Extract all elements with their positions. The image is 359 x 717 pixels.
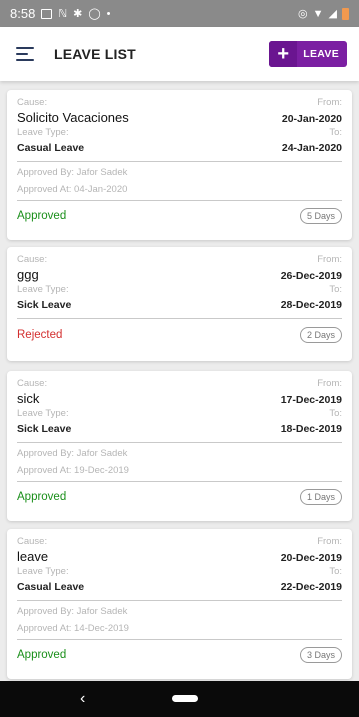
divider bbox=[17, 161, 342, 162]
to-caption: To: bbox=[329, 284, 342, 295]
leave-type-caption: Leave Type: bbox=[17, 284, 69, 295]
leave-from-date: 26-Dec-2019 bbox=[280, 270, 342, 282]
leave-type: Casual Leave bbox=[17, 142, 85, 154]
leave-type: Sick Leave bbox=[17, 299, 72, 311]
wifi-icon: ▼ bbox=[312, 7, 324, 20]
signal-icon: ◢ bbox=[328, 8, 337, 20]
leave-cause: sick bbox=[17, 391, 40, 406]
to-caption: To: bbox=[329, 408, 342, 419]
status-badge: Rejected bbox=[17, 329, 63, 341]
leave-card[interactable]: Cause: From: sick 17-Dec-2019 Leave Type… bbox=[7, 371, 352, 521]
leave-from-date: 17-Dec-2019 bbox=[280, 394, 342, 406]
days-badge: 1 Days bbox=[299, 489, 342, 505]
divider bbox=[17, 318, 342, 319]
cause-caption: Cause: bbox=[17, 254, 48, 265]
days-badge: 3 Days bbox=[299, 647, 342, 663]
leave-cause: Solicito Vacaciones bbox=[17, 110, 129, 125]
system-nav-bar: ‹ bbox=[0, 681, 359, 717]
status-bar: 8:58 ℕ ✱ ◯ • ◎ ▼ ◢ bbox=[0, 0, 359, 27]
vibrate-icon: ◎ bbox=[298, 8, 308, 20]
approved-by: Approved By: Jafor Sadek bbox=[17, 606, 128, 617]
leave-type-caption: Leave Type: bbox=[17, 127, 69, 138]
days-badge: 5 Days bbox=[299, 208, 342, 224]
days-badge: 2 Days bbox=[299, 327, 342, 343]
to-caption: To: bbox=[329, 127, 342, 138]
battery-icon bbox=[342, 7, 349, 20]
from-caption: From: bbox=[317, 97, 342, 108]
leave-card[interactable]: Cause: From: leave 20-Dec-2019 Leave Typ… bbox=[7, 529, 352, 679]
n-icon: ℕ bbox=[58, 8, 68, 20]
notification-icon bbox=[41, 8, 53, 19]
from-caption: From: bbox=[317, 378, 342, 389]
leave-cause: ggg bbox=[17, 267, 39, 282]
leave-type-caption: Leave Type: bbox=[17, 566, 69, 577]
add-leave-button[interactable]: + LEAVE bbox=[269, 41, 347, 67]
leave-type: Sick Leave bbox=[17, 423, 72, 435]
add-leave-label: LEAVE bbox=[303, 48, 339, 60]
divider bbox=[17, 639, 342, 640]
leave-card[interactable]: Cause: From: ggg 26-Dec-2019 Leave Type:… bbox=[7, 247, 352, 361]
menu-icon[interactable] bbox=[16, 47, 34, 61]
approved-by: Approved By: Jafor Sadek bbox=[17, 167, 128, 178]
leave-to-date: 22-Dec-2019 bbox=[280, 581, 342, 593]
leave-card[interactable]: Cause: From: Solicito Vacaciones 20-Jan-… bbox=[7, 90, 352, 240]
leave-from-date: 20-Dec-2019 bbox=[280, 552, 342, 564]
leave-to-date: 28-Dec-2019 bbox=[280, 299, 342, 311]
app-bar: LEAVE LIST + LEAVE bbox=[0, 27, 359, 81]
leave-to-date: 24-Jan-2020 bbox=[281, 142, 342, 154]
shield-icon: ◯ bbox=[88, 8, 101, 20]
status-badge: Approved bbox=[17, 491, 67, 503]
divider bbox=[17, 442, 342, 443]
leave-to-date: 18-Dec-2019 bbox=[280, 423, 342, 435]
leave-cause: leave bbox=[17, 549, 49, 564]
back-icon[interactable]: ‹ bbox=[80, 690, 85, 708]
approved-by: Approved By: Jafor Sadek bbox=[17, 448, 128, 459]
divider bbox=[17, 481, 342, 482]
approved-at: Approved At: 14-Dec-2019 bbox=[17, 623, 129, 634]
status-badge: Approved bbox=[17, 210, 67, 222]
status-badge: Approved bbox=[17, 649, 67, 661]
divider bbox=[17, 200, 342, 201]
leave-from-date: 20-Jan-2020 bbox=[281, 113, 342, 125]
cause-caption: Cause: bbox=[17, 536, 48, 547]
from-caption: From: bbox=[317, 254, 342, 265]
cause-caption: Cause: bbox=[17, 97, 48, 108]
approved-at: Approved At: 04-Jan-2020 bbox=[17, 184, 128, 195]
approved-at: Approved At: 19-Dec-2019 bbox=[17, 465, 129, 476]
page-title: LEAVE LIST bbox=[54, 46, 136, 62]
divider bbox=[17, 600, 342, 601]
to-caption: To: bbox=[329, 566, 342, 577]
plus-icon: + bbox=[269, 41, 298, 67]
status-time: 8:58 bbox=[10, 6, 36, 21]
home-pill-icon[interactable] bbox=[172, 695, 198, 702]
dot-icon: • bbox=[106, 7, 111, 20]
leave-type-caption: Leave Type: bbox=[17, 408, 69, 419]
cause-caption: Cause: bbox=[17, 378, 48, 389]
leave-type: Casual Leave bbox=[17, 581, 85, 593]
settings-icon: ✱ bbox=[73, 8, 83, 20]
from-caption: From: bbox=[317, 536, 342, 547]
